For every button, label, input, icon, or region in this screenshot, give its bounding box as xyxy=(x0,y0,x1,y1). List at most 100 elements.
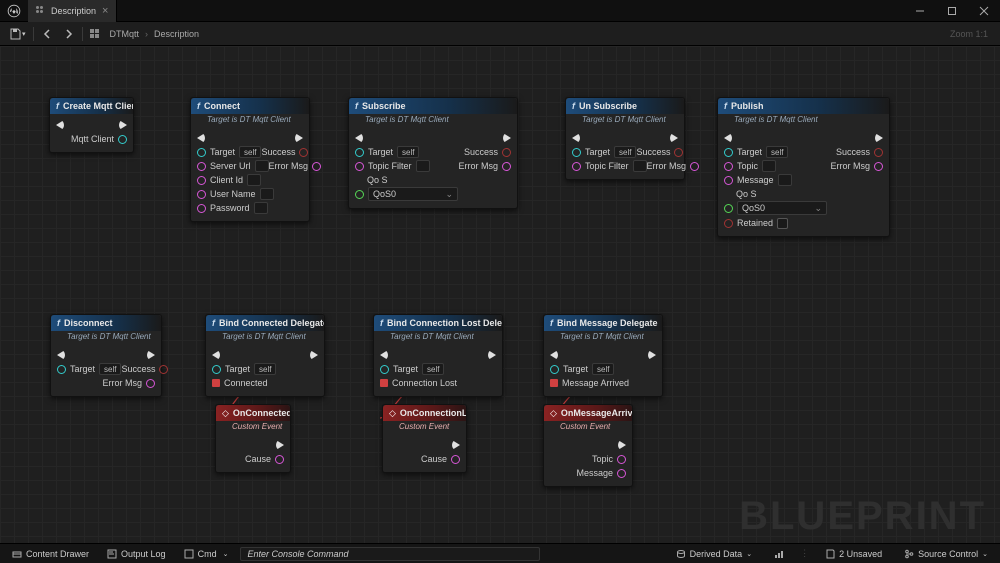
input-pin[interactable] xyxy=(724,176,733,185)
exec-out-pin[interactable] xyxy=(276,440,284,450)
qos-dropdown[interactable]: QoS0⌄ xyxy=(737,201,827,215)
target-pin[interactable] xyxy=(355,148,364,157)
node-header: ◇OnConnectionLost xyxy=(383,405,466,421)
node-onconnected-event[interactable]: ◇OnConnected Custom Event Cause xyxy=(215,404,291,473)
editor-tab[interactable]: Description × xyxy=(28,0,117,22)
target-pin[interactable] xyxy=(212,365,221,374)
output-pin[interactable] xyxy=(617,469,626,478)
exec-in-pin[interactable] xyxy=(724,133,732,143)
window-close-button[interactable] xyxy=(968,0,1000,22)
node-create-mqtt-client[interactable]: fCreate Mqtt Client Mqtt Client xyxy=(49,97,134,153)
window-minimize-button[interactable] xyxy=(904,0,936,22)
input-pin[interactable] xyxy=(197,204,206,213)
exec-in-pin[interactable] xyxy=(550,350,558,360)
node-onmessagearrived-event[interactable]: ◇OnMessageArrived Custom Event Topic Mes… xyxy=(543,404,633,487)
input-pin[interactable] xyxy=(197,176,206,185)
cmd-button[interactable]: Cmd⌄ xyxy=(178,547,235,561)
input-pin[interactable] xyxy=(197,190,206,199)
save-button[interactable]: ▾ xyxy=(4,25,31,43)
window-maximize-button[interactable] xyxy=(936,0,968,22)
delegate-pin[interactable] xyxy=(550,379,558,387)
exec-in-pin[interactable] xyxy=(380,350,388,360)
blueprint-canvas[interactable]: BLUEPRINT fCreate Mqtt Client Mqtt Clien… xyxy=(0,46,1000,543)
delegate-pin[interactable] xyxy=(380,379,388,387)
exec-in-pin[interactable] xyxy=(572,133,580,143)
node-header: ◇OnMessageArrived xyxy=(544,405,632,421)
success-pin[interactable] xyxy=(502,148,511,157)
retained-checkbox[interactable] xyxy=(777,218,788,229)
node-header: fPublish xyxy=(718,98,889,114)
error-pin[interactable] xyxy=(312,162,321,171)
breadcrumb-root[interactable]: DTMqtt xyxy=(110,29,140,39)
output-pin[interactable] xyxy=(617,455,626,464)
exec-in-pin[interactable] xyxy=(355,133,363,143)
node-subscribe[interactable]: fSubscribe Target is DT Mqtt Client Targ… xyxy=(348,97,518,209)
input-pin[interactable] xyxy=(197,162,206,171)
output-log-button[interactable]: Output Log xyxy=(101,547,172,561)
qos-dropdown[interactable]: QoS0⌄ xyxy=(368,187,458,201)
content-drawer-button[interactable]: Content Drawer xyxy=(6,547,95,561)
nav-back-button[interactable] xyxy=(36,25,58,43)
error-pin[interactable] xyxy=(502,162,511,171)
input-pin[interactable] xyxy=(724,219,733,228)
target-pin[interactable] xyxy=(380,365,389,374)
delegate-pin[interactable] xyxy=(212,379,220,387)
exec-out-pin[interactable] xyxy=(670,133,678,143)
node-disconnect[interactable]: fDisconnect Target is DT Mqtt Client Tar… xyxy=(50,314,162,397)
success-pin[interactable] xyxy=(874,148,883,157)
exec-in-pin[interactable] xyxy=(57,350,65,360)
node-bind-connected-delegate[interactable]: fBind Connected Delegate Target is DT Mq… xyxy=(205,314,325,397)
blueprint-icon[interactable] xyxy=(85,26,104,41)
target-pin[interactable] xyxy=(550,365,559,374)
output-pin[interactable] xyxy=(451,455,460,464)
console-input[interactable]: Enter Console Command xyxy=(240,547,540,561)
success-pin[interactable] xyxy=(674,148,683,157)
exec-in-pin[interactable] xyxy=(197,133,205,143)
exec-out-pin[interactable] xyxy=(503,133,511,143)
node-connect[interactable]: fConnect Target is DT Mqtt Client Target… xyxy=(190,97,310,222)
input-pin[interactable] xyxy=(724,204,733,213)
output-pin[interactable] xyxy=(118,135,127,144)
nav-forward-button[interactable] xyxy=(58,25,80,43)
status-bar: Content Drawer Output Log Cmd⌄ Enter Con… xyxy=(0,543,1000,563)
exec-in-pin[interactable] xyxy=(212,350,220,360)
input-pin[interactable] xyxy=(355,162,364,171)
target-pin[interactable] xyxy=(572,148,581,157)
exec-out-pin[interactable] xyxy=(452,440,460,450)
input-pin[interactable] xyxy=(355,190,364,199)
node-bind-connection-lost-delegate[interactable]: fBind Connection Lost Delegate Target is… xyxy=(373,314,503,397)
input-pin[interactable] xyxy=(572,162,581,171)
target-pin[interactable] xyxy=(57,365,66,374)
exec-out-pin[interactable] xyxy=(875,133,883,143)
exec-out-pin[interactable] xyxy=(648,350,656,360)
exec-out-pin[interactable] xyxy=(310,350,318,360)
unsaved-button[interactable]: 2 Unsaved xyxy=(819,547,888,561)
error-pin[interactable] xyxy=(874,162,883,171)
breadcrumb-current[interactable]: Description xyxy=(154,29,199,39)
derived-data-button[interactable]: Derived Data⌄ xyxy=(670,547,758,561)
separator: ⋮ xyxy=(800,548,809,559)
node-header: fBind Message Delegate xyxy=(544,315,662,331)
exec-out-pin[interactable] xyxy=(618,440,626,450)
success-pin[interactable] xyxy=(299,148,308,157)
input-pin[interactable] xyxy=(724,162,733,171)
node-publish[interactable]: fPublish Target is DT Mqtt Client Target… xyxy=(717,97,890,237)
success-pin[interactable] xyxy=(159,365,168,374)
stats-icon[interactable] xyxy=(768,547,790,561)
node-bind-message-delegate[interactable]: fBind Message Delegate Target is DT Mqtt… xyxy=(543,314,663,397)
target-pin[interactable] xyxy=(197,148,206,157)
exec-out-pin[interactable] xyxy=(147,350,155,360)
error-pin[interactable] xyxy=(690,162,699,171)
error-pin[interactable] xyxy=(146,379,155,388)
node-unsubscribe[interactable]: fUn Subscribe Target is DT Mqtt Client T… xyxy=(565,97,685,180)
exec-in-pin[interactable] xyxy=(56,120,64,130)
tab-close-icon[interactable]: × xyxy=(102,5,108,17)
node-onconnectionlost-event[interactable]: ◇OnConnectionLost Custom Event Cause xyxy=(382,404,467,473)
exec-out-pin[interactable] xyxy=(488,350,496,360)
source-control-button[interactable]: Source Control⌄ xyxy=(898,547,994,561)
chevron-right-icon: › xyxy=(145,29,148,39)
target-pin[interactable] xyxy=(724,148,733,157)
exec-out-pin[interactable] xyxy=(295,133,303,143)
exec-out-pin[interactable] xyxy=(119,120,127,130)
output-pin[interactable] xyxy=(275,455,284,464)
